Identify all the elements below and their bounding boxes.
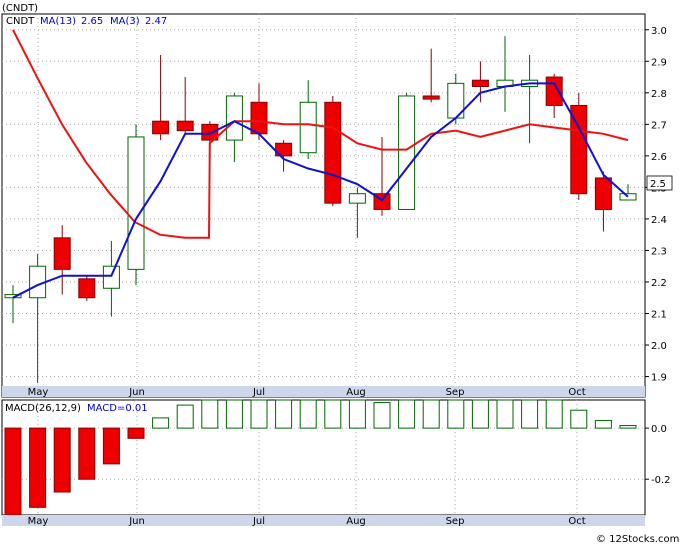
- candle-body: [545, 76, 563, 106]
- candle-body: [225, 95, 243, 141]
- macd-bar: [29, 427, 47, 508]
- candle-body: [299, 101, 317, 154]
- legend-ma3-value: 2.47: [145, 16, 167, 27]
- price-tick-label: 2.1: [651, 309, 667, 320]
- macd-bar: [127, 427, 145, 439]
- macd-bar: [324, 399, 342, 429]
- candle-body: [471, 79, 489, 88]
- price-panel: [1, 13, 646, 398]
- macd-month-label: Sep: [446, 516, 465, 527]
- price-tick-label: 2.3: [651, 246, 667, 257]
- price-tick-label: 2.9: [651, 57, 667, 68]
- macd-bar: [471, 399, 489, 429]
- candle-body: [422, 95, 440, 100]
- macd-bar: [299, 399, 317, 429]
- candle-body: [250, 101, 268, 135]
- macd-bar: [152, 417, 170, 429]
- macd-bar: [521, 399, 539, 429]
- legend-ma13-label: MA(13): [40, 16, 76, 27]
- macd-bar: [176, 404, 194, 429]
- macd-month-label: May: [28, 516, 49, 527]
- macd-bar: [201, 399, 219, 429]
- candle-body: [152, 120, 170, 135]
- macd-bar: [594, 419, 612, 429]
- legend-symbol: CNDT: [6, 16, 35, 27]
- macd-month-band: [2, 515, 645, 526]
- macd-value-label: MACD=0.01: [87, 403, 148, 414]
- price-tick-label: 2.6: [651, 152, 667, 163]
- macd-bar: [275, 399, 293, 429]
- candle-body: [348, 193, 366, 204]
- price-month-label: Sep: [446, 387, 465, 398]
- legend-ma13-value: 2.65: [81, 16, 103, 27]
- candle-body: [78, 278, 96, 299]
- price-month-band: [2, 386, 645, 397]
- price-tick-label: 2.0: [651, 341, 667, 352]
- macd-bar: [545, 399, 563, 429]
- macd-bar: [447, 399, 465, 429]
- candle-body: [53, 237, 71, 270]
- price-month-label: Oct: [568, 387, 585, 398]
- macd-bar: [102, 427, 120, 465]
- macd-bar: [422, 399, 440, 429]
- copyright-text: © 12Stocks.com: [596, 534, 679, 545]
- price-tick-label: 2.7: [651, 120, 667, 131]
- price-month-label: Jun: [128, 387, 145, 398]
- macd-bar: [4, 427, 22, 516]
- macd-bar: [78, 427, 96, 480]
- macd-bar: [250, 399, 268, 429]
- macd-bar: [398, 399, 416, 429]
- macd-tick-label: 0.0: [651, 424, 667, 435]
- price-tick-label: 2.8: [651, 89, 667, 100]
- macd-bar: [225, 399, 243, 429]
- macd-bar: [373, 402, 391, 429]
- price-month-label: Jul: [252, 387, 265, 398]
- macd-month-label: Jun: [128, 516, 145, 527]
- candle-body: [594, 177, 612, 210]
- price-tick-label: 3.0: [651, 26, 667, 37]
- candle-body: [127, 136, 145, 270]
- macd-bar: [348, 399, 366, 429]
- stock-chart: (CNDT) 3.0 2.9 2.8 2.7 2.6 2.5 2.4 2.3 2.2 2.1 2.0…: [0, 0, 680, 546]
- price-tick-label: 2.2: [651, 278, 667, 289]
- macd-label: MACD(26,12,9): [5, 403, 81, 414]
- macd-month-label: Jul: [252, 516, 265, 527]
- macd-bar: [53, 427, 71, 493]
- price-tick-label: 2.4: [651, 215, 667, 226]
- macd-bar: [570, 409, 588, 429]
- ticker-symbol: (CNDT): [2, 3, 38, 14]
- candle-body: [176, 120, 194, 132]
- last-price-label: 2.5: [650, 179, 666, 190]
- price-month-label: May: [28, 387, 49, 398]
- candle-body: [102, 265, 120, 289]
- candle-body: [619, 193, 637, 201]
- price-tick-label: 1.9: [651, 373, 667, 384]
- macd-bar: [619, 425, 637, 429]
- macd-month-label: Oct: [568, 516, 585, 527]
- macd-tick-label: -0.2: [651, 475, 671, 486]
- candle-body: [398, 95, 416, 210]
- macd-month-label: Aug: [346, 516, 366, 527]
- candle-body: [324, 101, 342, 204]
- legend-ma3-label: MA(3): [110, 16, 140, 27]
- macd-bar: [496, 399, 514, 429]
- price-month-label: Aug: [346, 387, 366, 398]
